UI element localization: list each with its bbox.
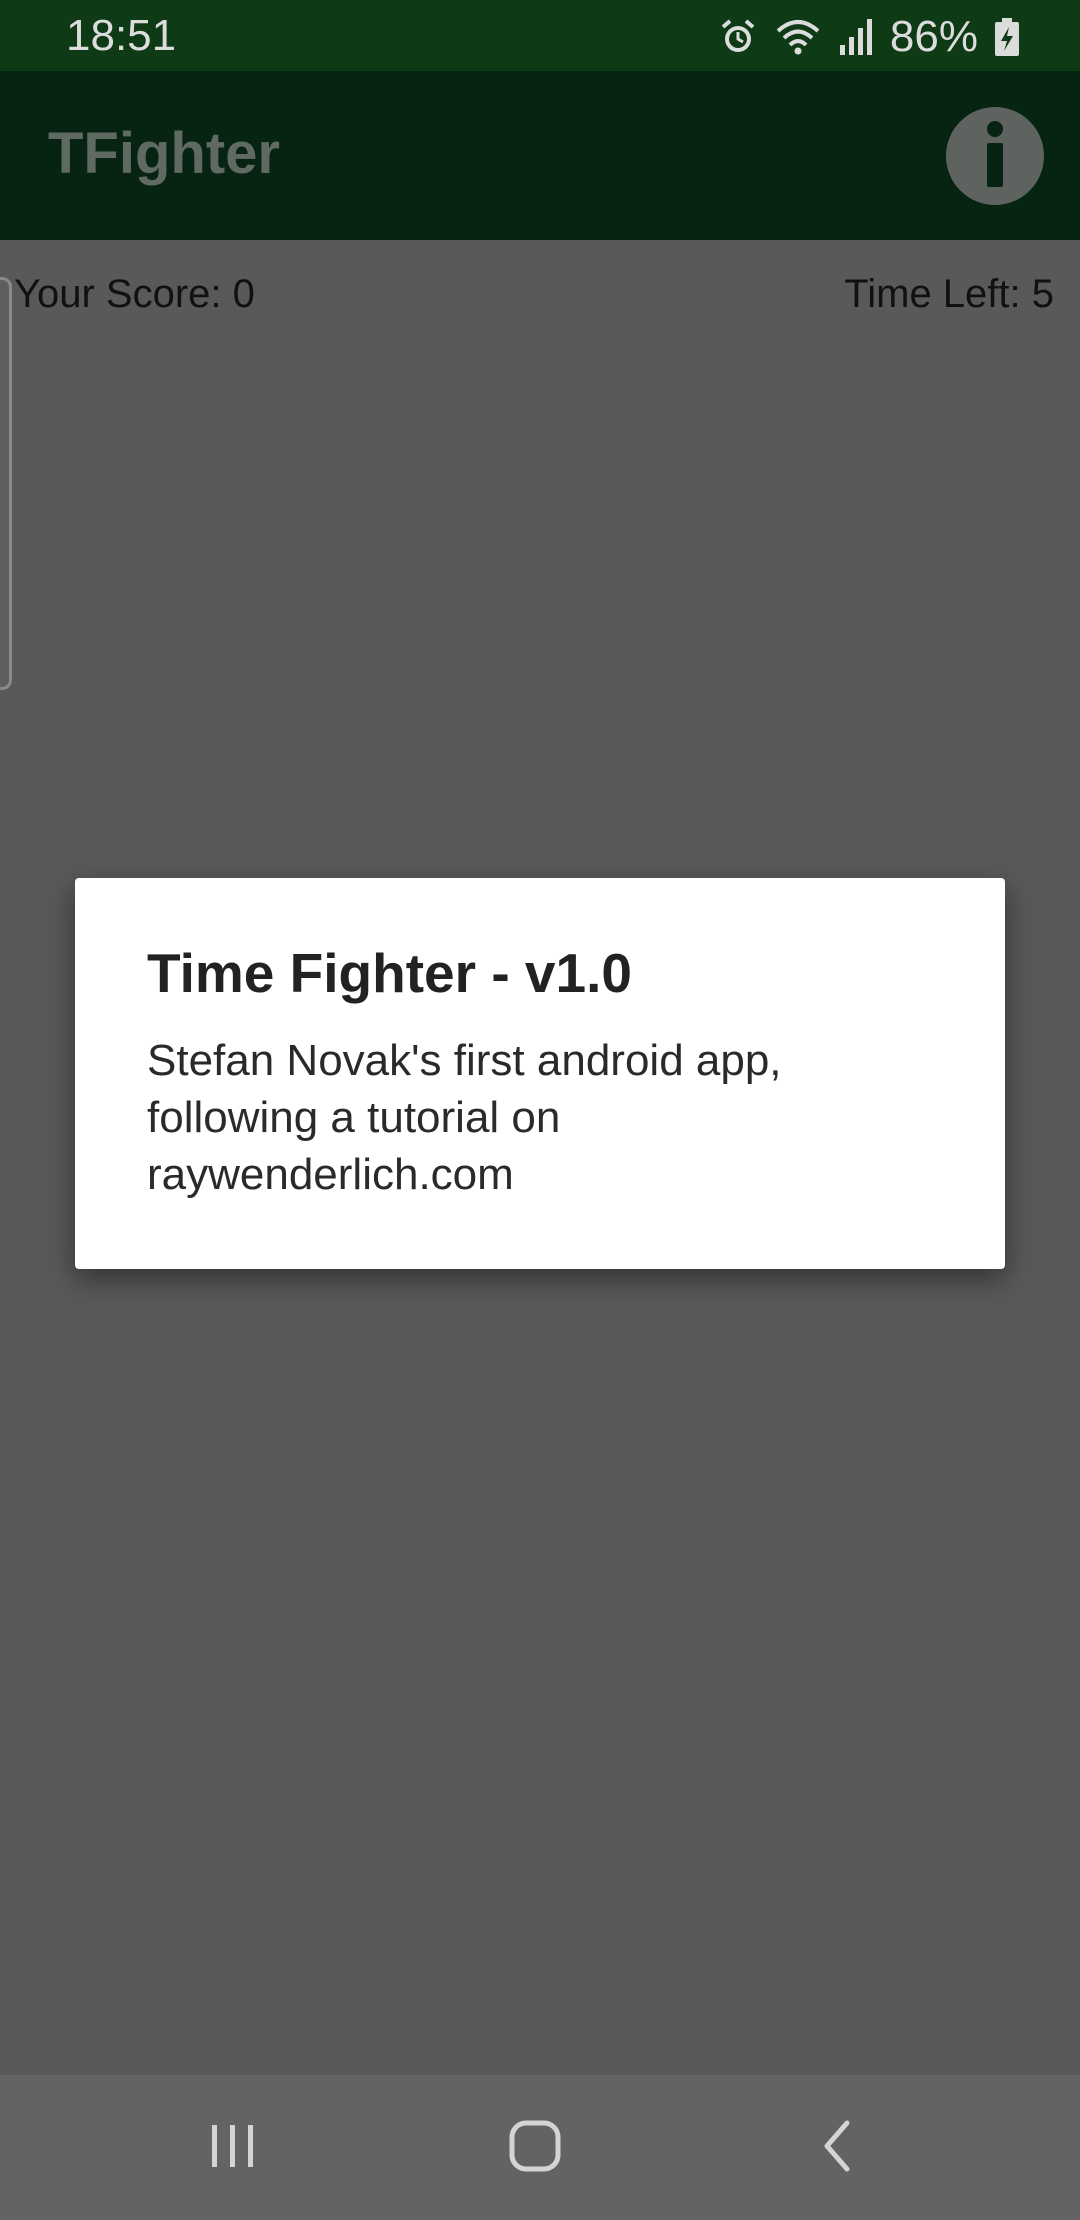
about-dialog: Time Fighter - v1.0 Stefan Novak's first… [75,878,1005,1269]
info-icon [975,119,1015,194]
time-left-label: Time Left: 5 [844,272,1054,316]
dialog-message: Stefan Novak's first android app, follow… [147,1036,782,1199]
score-label: Your Score: 0 [14,272,255,316]
battery-percent: 86% [889,12,978,61]
app-bar: TFighter [0,71,1080,240]
info-button[interactable] [946,107,1044,205]
back-button[interactable] [792,2105,882,2191]
home-button[interactable] [490,2105,580,2191]
signal-icon [838,17,874,57]
back-icon [817,2118,857,2179]
dialog-title: Time Fighter - v1.0 [147,942,632,1004]
recents-icon [208,2121,258,2176]
navigation-bar [0,2075,1080,2220]
status-icons: 86% [718,12,1020,62]
status-time: 18:51 [66,11,177,60]
app-title: TFighter [48,121,280,186]
alarm-icon [718,17,758,57]
wifi-icon [774,17,822,57]
edge-panel-handle[interactable] [0,277,12,690]
home-icon [507,2118,563,2179]
status-bar: 18:51 86% [0,0,1080,71]
battery-charging-icon [994,17,1020,57]
recents-button[interactable] [188,2105,278,2191]
